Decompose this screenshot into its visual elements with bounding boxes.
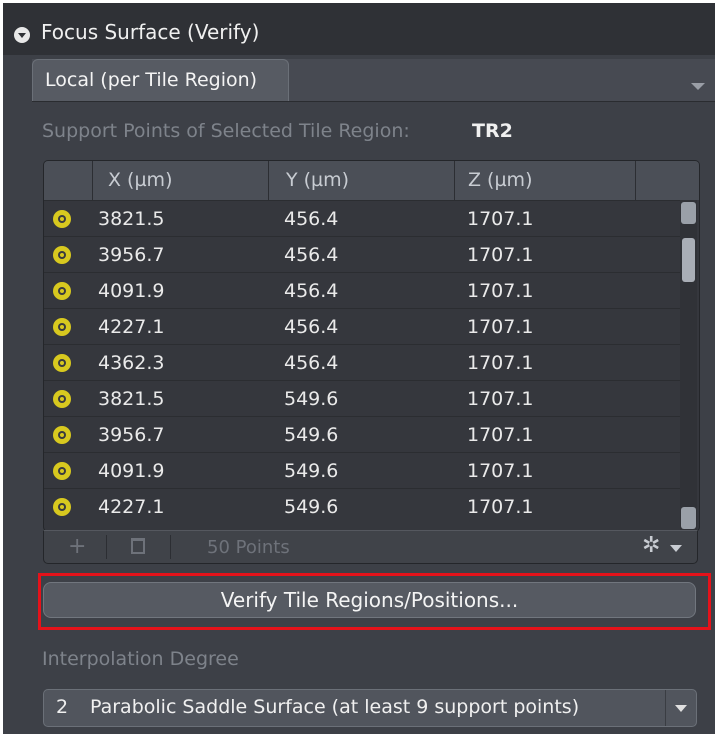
cell-z: 1707.1 <box>467 388 534 410</box>
interpolation-degree-select[interactable]: 2 Parabolic Saddle Surface (at least 9 s… <box>43 689 697 727</box>
support-point-icon <box>53 318 71 336</box>
support-point-icon <box>53 462 71 480</box>
cell-y: 456.4 <box>284 208 339 230</box>
spare-column-header <box>635 161 679 200</box>
cell-y: 549.6 <box>284 496 339 518</box>
cell-y: 456.4 <box>284 352 339 374</box>
cell-z: 1707.1 <box>467 208 534 230</box>
verify-button-label: Verify Tile Regions/Positions... <box>220 588 519 612</box>
toolbar-divider <box>170 535 171 559</box>
section-header[interactable]: Focus Surface (Verify) <box>3 3 715 55</box>
tab-local-label: Local (per Tile Region) <box>45 69 258 91</box>
column-header-x[interactable]: X (µm) <box>92 161 268 200</box>
section-title: Focus Surface (Verify) <box>41 20 260 44</box>
cell-x: 3821.5 <box>98 388 165 410</box>
scroll-down-icon[interactable] <box>681 507 696 529</box>
cell-z: 1707.1 <box>467 352 534 374</box>
tab-local[interactable]: Local (per Tile Region) <box>32 59 289 101</box>
table-toolbar: + 50 Points ✲ <box>43 530 698 564</box>
verify-tile-regions-button[interactable]: Verify Tile Regions/Positions... <box>43 582 696 618</box>
table-row[interactable]: 3956.7 549.6 1707.1 <box>44 416 680 453</box>
cell-y: 549.6 <box>284 460 339 482</box>
support-points-label: Support Points of Selected Tile Region: <box>42 120 410 142</box>
table-row[interactable]: 4091.9 456.4 1707.1 <box>44 272 680 309</box>
table-header: X (µm) Y (µm) Z (µm) <box>44 161 699 200</box>
cell-y: 549.6 <box>284 388 339 410</box>
tab-bar: Local (per Tile Region) <box>32 59 715 102</box>
cell-y: 549.6 <box>284 424 339 446</box>
cell-y: 456.4 <box>284 316 339 338</box>
cell-z: 1707.1 <box>467 460 534 482</box>
add-point-icon[interactable]: + <box>68 534 86 559</box>
support-point-icon <box>53 210 71 228</box>
cell-y: 456.4 <box>284 244 339 266</box>
scroll-up-icon[interactable] <box>681 202 696 224</box>
column-header-y[interactable]: Y (µm) <box>268 161 454 200</box>
tab-menu-arrow-icon[interactable] <box>691 83 705 90</box>
cell-x: 3821.5 <box>98 208 165 230</box>
cell-x: 3956.7 <box>98 424 165 446</box>
support-point-icon <box>53 498 71 516</box>
cell-x: 4091.9 <box>98 280 165 302</box>
cell-x: 4227.1 <box>98 316 165 338</box>
toolbar-divider <box>106 535 107 559</box>
support-point-icon <box>53 354 71 372</box>
table-row[interactable]: 3956.7 456.4 1707.1 <box>44 236 680 273</box>
cell-z: 1707.1 <box>467 496 534 518</box>
cell-z: 1707.1 <box>467 424 534 446</box>
cell-x: 3956.7 <box>98 244 165 266</box>
table-row[interactable]: 4227.1 549.6 1707.1 <box>44 488 680 525</box>
table-row[interactable]: 4362.3 456.4 1707.1 <box>44 344 680 381</box>
selected-degree-number: 2 <box>56 696 69 718</box>
table-body: 3821.5 456.4 1707.1 3956.7 456.4 1707.1 … <box>44 200 680 531</box>
cell-z: 1707.1 <box>467 244 534 266</box>
scroll-thumb[interactable] <box>682 238 695 282</box>
cell-x: 4362.3 <box>98 352 165 374</box>
table-row[interactable]: 3821.5 456.4 1707.1 <box>44 200 680 237</box>
cell-z: 1707.1 <box>467 316 534 338</box>
settings-dropdown-icon[interactable] <box>670 545 682 552</box>
delete-point-icon[interactable] <box>131 538 145 554</box>
interpolation-degree-label: Interpolation Degree <box>42 648 239 670</box>
settings-gear-icon[interactable]: ✲ <box>642 533 660 558</box>
cell-y: 456.4 <box>284 280 339 302</box>
icon-column-header[interactable] <box>44 161 92 200</box>
collapse-circle-icon[interactable] <box>14 27 30 43</box>
support-point-icon <box>53 390 71 408</box>
table-row[interactable]: 4227.1 456.4 1707.1 <box>44 308 680 345</box>
chevron-down-icon[interactable] <box>665 690 696 726</box>
column-header-z[interactable]: Z (µm) <box>454 161 635 200</box>
cell-x: 4091.9 <box>98 460 165 482</box>
points-count: 50 Points <box>207 537 290 558</box>
table-scrollbar[interactable] <box>680 200 697 531</box>
support-point-icon <box>53 246 71 264</box>
support-point-icon <box>53 426 71 444</box>
table-row[interactable]: 4091.9 549.6 1707.1 <box>44 452 680 489</box>
cell-z: 1707.1 <box>467 280 534 302</box>
selected-degree-label: Parabolic Saddle Surface (at least 9 sup… <box>90 696 580 718</box>
support-points-table: X (µm) Y (µm) Z (µm) 3821.5 456.4 1707.1… <box>43 160 700 532</box>
support-point-icon <box>53 282 71 300</box>
cell-x: 4227.1 <box>98 496 165 518</box>
selected-tile-region: TR2 <box>472 120 513 142</box>
table-row[interactable]: 3821.5 549.6 1707.1 <box>44 380 680 417</box>
